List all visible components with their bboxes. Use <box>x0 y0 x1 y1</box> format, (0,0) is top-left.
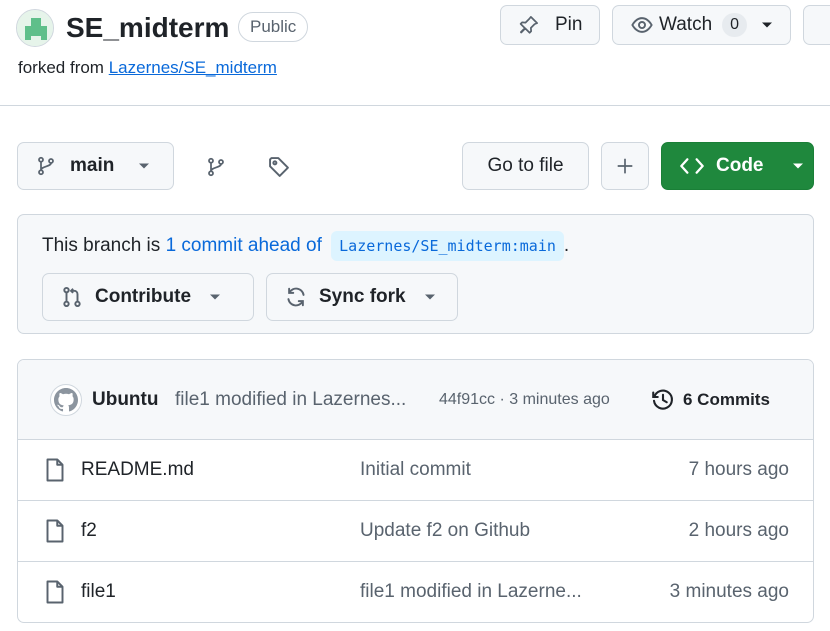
upstream-branch-ref[interactable]: Lazernes/SE_midterm:main <box>331 231 564 261</box>
file-updated-time: 2 hours ago <box>688 520 789 541</box>
repo-name[interactable]: SE_midterm <box>66 9 229 47</box>
watch-count: 0 <box>722 13 748 37</box>
file-icon <box>44 580 66 609</box>
sync-fork-label: Sync fork <box>319 286 406 307</box>
repo-avatar[interactable] <box>16 9 54 47</box>
github-icon[interactable] <box>50 384 82 416</box>
watch-button[interactable]: Watch 0 <box>612 5 791 45</box>
code-button[interactable]: Code <box>661 142 814 190</box>
go-to-file-button[interactable]: Go to file <box>462 142 589 190</box>
chevron-down-icon <box>138 162 150 170</box>
chevron-down-icon <box>424 293 436 301</box>
file-updated-time: 7 hours ago <box>688 459 789 480</box>
file-row[interactable]: README.md Initial commit 7 hours ago <box>18 440 813 501</box>
pin-label: Pin <box>555 14 583 35</box>
sync-icon <box>285 286 307 308</box>
ahead-link[interactable]: 1 commit ahead of <box>166 235 322 256</box>
history-icon <box>651 388 675 412</box>
chevron-down-icon <box>209 293 221 301</box>
file-updated-time: 3 minutes ago <box>669 581 789 602</box>
branch-selector[interactable]: main <box>17 142 174 190</box>
code-label: Code <box>716 155 764 176</box>
fork-status-box: This branch is 1 commit ahead of Lazerne… <box>17 214 814 334</box>
pin-icon <box>519 15 539 35</box>
pull-request-icon <box>61 286 83 308</box>
code-icon <box>680 156 704 176</box>
add-file-button[interactable] <box>601 142 649 190</box>
file-last-commit[interactable]: Initial commit <box>360 457 471 483</box>
file-row[interactable]: f2 Update f2 on Github 2 hours ago <box>18 501 813 562</box>
plus-icon <box>616 157 634 175</box>
forked-prefix: forked from <box>18 58 104 77</box>
commit-author[interactable]: Ubuntu <box>92 387 158 413</box>
file-icon <box>44 519 66 548</box>
file-row[interactable]: file1 file1 modified in Lazerne... 3 min… <box>18 562 813 622</box>
watch-label: Watch <box>659 14 713 35</box>
chevron-down-icon <box>792 162 804 170</box>
contribute-label: Contribute <box>95 286 192 307</box>
fork-button[interactable] <box>803 5 830 45</box>
ahead-prefix: This branch is <box>42 235 161 256</box>
file-name[interactable]: f2 <box>81 518 97 544</box>
commit-meta[interactable]: 44f91cc · 3 minutes ago <box>439 388 610 412</box>
file-last-commit[interactable]: file1 modified in Lazerne... <box>360 579 582 605</box>
branch-name: main <box>70 155 115 176</box>
commits-history-link[interactable]: 6 Commits <box>651 386 770 414</box>
file-name[interactable]: README.md <box>81 457 194 483</box>
contribute-button[interactable]: Contribute <box>42 273 254 321</box>
sync-fork-button[interactable]: Sync fork <box>266 273 458 321</box>
branch-icon <box>36 156 56 176</box>
chevron-down-icon <box>761 21 773 29</box>
tag-icon[interactable] <box>266 154 292 180</box>
ahead-suffix: . <box>563 235 570 256</box>
repo-header: SE_midterm Public forked from Lazernes/S… <box>0 0 830 106</box>
file-list: Ubuntu file1 modified in Lazernes... 44f… <box>17 359 814 623</box>
commit-message[interactable]: file1 modified in Lazernes... <box>175 387 406 413</box>
latest-commit-row: Ubuntu file1 modified in Lazernes... 44f… <box>18 360 813 440</box>
go-to-file-label: Go to file <box>487 155 564 176</box>
ahead-status: This branch is 1 commit ahead of Lazerne… <box>42 231 569 261</box>
file-last-commit[interactable]: Update f2 on Github <box>360 518 530 544</box>
commits-count: 6 Commits <box>683 390 770 409</box>
visibility-badge: Public <box>238 12 309 42</box>
pin-button[interactable]: Pin <box>500 5 600 45</box>
eye-icon <box>631 14 653 36</box>
file-icon <box>44 458 66 487</box>
branches-icon[interactable] <box>203 154 229 180</box>
forked-from: forked from Lazernes/SE_midterm <box>18 57 277 79</box>
file-name[interactable]: file1 <box>81 579 116 605</box>
forked-from-link[interactable]: Lazernes/SE_midterm <box>109 58 277 77</box>
